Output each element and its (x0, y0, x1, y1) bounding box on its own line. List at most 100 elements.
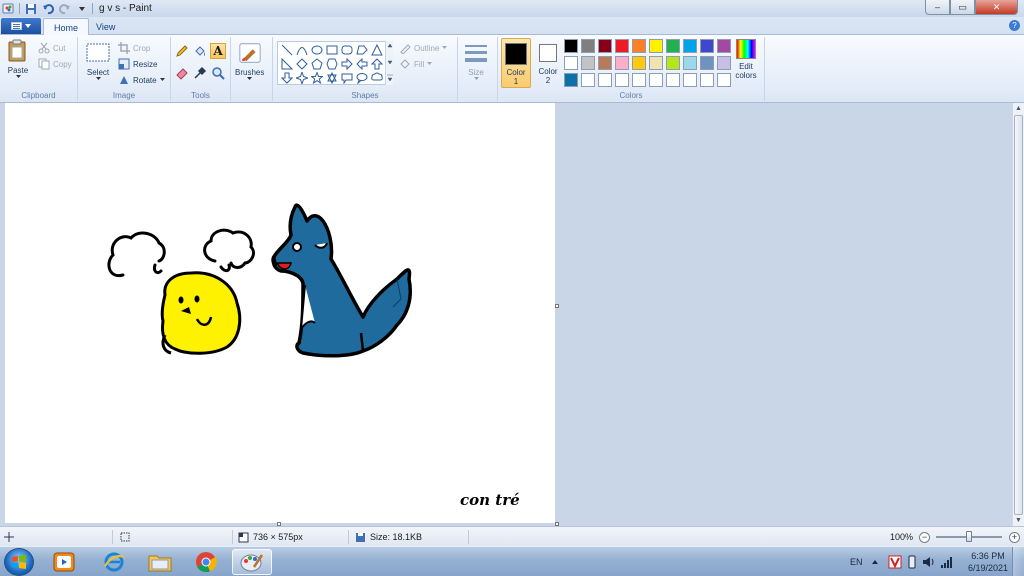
palette-color-swatch[interactable] (632, 73, 646, 87)
scroll-down-arrow-icon[interactable]: ▼ (1015, 517, 1022, 524)
palette-color-swatch[interactable] (564, 39, 578, 53)
copy-button[interactable]: Copy (38, 58, 72, 70)
redo-icon[interactable] (58, 2, 71, 15)
palette-color-swatch[interactable] (649, 56, 663, 70)
color-1-button[interactable]: Color 1 (501, 38, 531, 88)
outline-button[interactable]: Outline (399, 42, 448, 54)
right-arrow-shape[interactable] (340, 57, 354, 71)
palette-color-swatch[interactable] (598, 73, 612, 87)
zoom-in-button[interactable]: + (1009, 532, 1020, 543)
paste-button[interactable]: Paste (6, 39, 30, 79)
taskbar-paint[interactable] (232, 549, 272, 575)
palette-color-swatch[interactable] (683, 39, 697, 53)
palette-color-swatch[interactable] (717, 56, 731, 70)
taskbar-chrome[interactable] (186, 549, 226, 575)
line-shape[interactable] (280, 43, 294, 57)
palette-color-swatch[interactable] (615, 73, 629, 87)
palette-color-swatch[interactable] (615, 56, 629, 70)
close-button[interactable]: ✕ (975, 0, 1018, 15)
zoom-slider-thumb[interactable] (966, 531, 972, 542)
taskbar-internet-explorer[interactable] (94, 549, 134, 575)
rounded-rectangle-shape[interactable] (340, 43, 354, 57)
edit-colors-button[interactable]: Edit colors (731, 39, 761, 87)
drawing-canvas[interactable]: con tré (5, 103, 555, 523)
crop-button[interactable]: Crop (118, 42, 150, 54)
scroll-up-arrow-icon[interactable]: ▲ (1015, 105, 1022, 112)
taskbar-clock[interactable]: 6:36 PM 6/19/2021 (968, 550, 1008, 574)
palette-color-swatch[interactable] (666, 39, 680, 53)
palette-color-swatch[interactable] (649, 73, 663, 87)
color-picker-tool[interactable] (192, 65, 208, 81)
size-button[interactable]: Size (464, 41, 488, 81)
pencil-tool[interactable] (174, 43, 190, 59)
pentagon-shape[interactable] (310, 57, 324, 71)
fill-button[interactable]: Fill (399, 58, 433, 70)
start-button[interactable] (4, 548, 34, 576)
save-icon[interactable] (24, 2, 37, 15)
show-hidden-icons-icon[interactable] (870, 557, 880, 567)
palette-color-swatch[interactable] (700, 56, 714, 70)
diamond-shape[interactable] (295, 57, 309, 71)
palette-color-swatch[interactable] (717, 73, 731, 87)
palette-color-swatch[interactable] (564, 73, 578, 87)
tab-home[interactable]: Home (43, 18, 90, 36)
palette-color-swatch[interactable] (581, 56, 595, 70)
fill-tool[interactable] (192, 43, 208, 59)
cloud-callout-shape[interactable] (370, 71, 384, 85)
down-arrow-shape[interactable] (280, 71, 294, 85)
text-tool[interactable]: A (210, 43, 226, 59)
tab-view[interactable]: View (86, 18, 125, 35)
rectangle-shape[interactable] (325, 43, 339, 57)
rotate-button[interactable]: Rotate (118, 74, 165, 86)
oval-shape[interactable] (310, 43, 324, 57)
paint-menu-button[interactable] (1, 18, 41, 34)
palette-color-swatch[interactable] (581, 73, 595, 87)
help-icon[interactable]: ? (1009, 20, 1020, 31)
palette-color-swatch[interactable] (581, 39, 595, 53)
canvas-resize-handle-right[interactable] (555, 304, 559, 308)
hexagon-shape[interactable] (325, 57, 339, 71)
palette-color-swatch[interactable] (649, 39, 663, 53)
select-button[interactable]: Select (86, 41, 110, 81)
left-arrow-shape[interactable] (355, 57, 369, 71)
taskbar-file-explorer[interactable] (140, 549, 180, 575)
rounded-callout-shape[interactable] (340, 71, 354, 85)
shapes-scroll[interactable] (385, 41, 393, 85)
magnifier-tool[interactable] (210, 65, 226, 81)
five-point-star-shape[interactable] (310, 71, 324, 85)
vertical-scrollbar[interactable]: ▲ ▼ (1012, 103, 1024, 526)
palette-color-swatch[interactable] (683, 56, 697, 70)
palette-color-swatch[interactable] (598, 39, 612, 53)
scrollbar-thumb[interactable] (1014, 115, 1023, 515)
taskbar-media-player[interactable] (44, 549, 84, 575)
customize-qat-icon[interactable] (75, 2, 88, 15)
resize-button[interactable]: Resize (118, 58, 157, 70)
palette-color-swatch[interactable] (700, 39, 714, 53)
undo-icon[interactable] (41, 2, 54, 15)
color-2-button[interactable]: Color 2 (534, 38, 562, 88)
cut-button[interactable]: Cut (38, 42, 65, 54)
palette-color-swatch[interactable] (632, 39, 646, 53)
paint-app-icon[interactable] (2, 2, 15, 15)
four-point-star-shape[interactable] (295, 71, 309, 85)
network-signal-icon[interactable] (940, 556, 954, 568)
palette-color-swatch[interactable] (717, 39, 731, 53)
device-icon[interactable] (906, 555, 918, 569)
up-arrow-shape[interactable] (370, 57, 384, 71)
oval-callout-shape[interactable] (355, 71, 369, 85)
minimize-button[interactable]: – (925, 0, 950, 15)
zoom-out-button[interactable]: − (919, 532, 930, 543)
brushes-button[interactable]: Brushes (235, 41, 264, 81)
language-indicator[interactable]: EN (850, 547, 863, 576)
palette-color-swatch[interactable] (632, 56, 646, 70)
show-desktop-button[interactable] (1012, 547, 1024, 576)
polygon-shape[interactable] (355, 43, 369, 57)
palette-color-swatch[interactable] (666, 56, 680, 70)
curve-shape[interactable] (295, 43, 309, 57)
palette-color-swatch[interactable] (564, 56, 578, 70)
palette-color-swatch[interactable] (615, 39, 629, 53)
palette-color-swatch[interactable] (666, 73, 680, 87)
antivirus-icon[interactable] (888, 555, 902, 569)
maximize-button[interactable]: ▭ (950, 0, 975, 15)
palette-color-swatch[interactable] (598, 56, 612, 70)
